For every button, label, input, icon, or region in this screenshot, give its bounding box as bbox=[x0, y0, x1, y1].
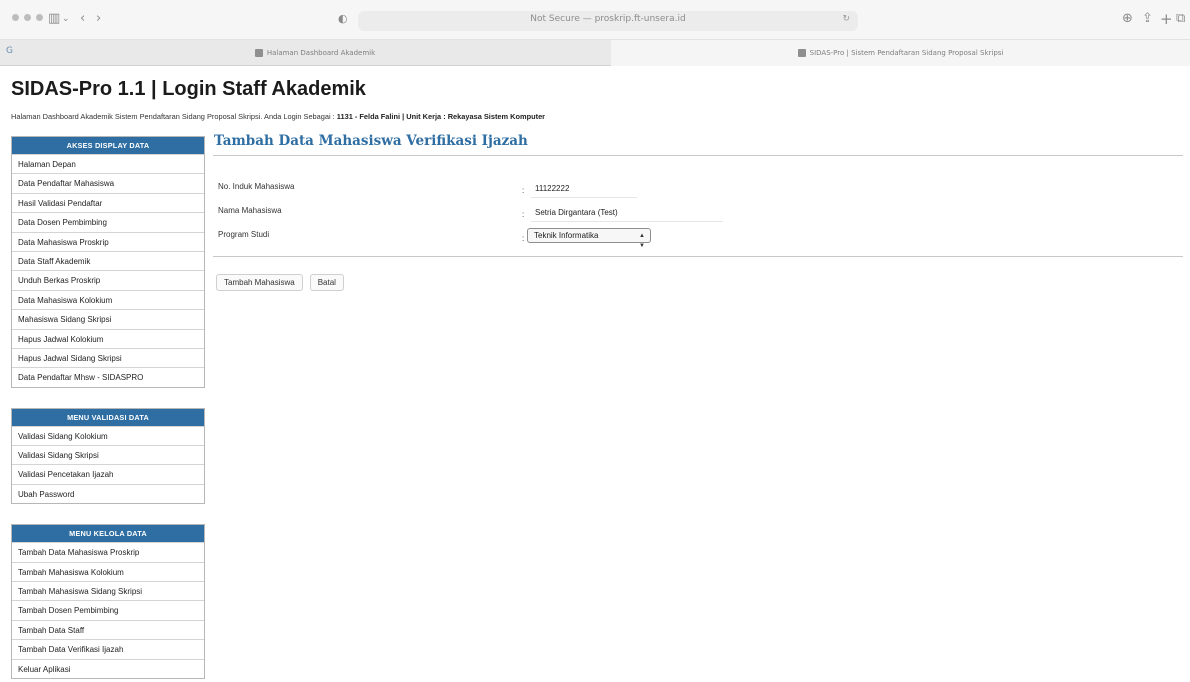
main-content: Tambah Data Mahasiswa Verifikasi Ijazah … bbox=[213, 130, 1183, 291]
sidebar-item-hapus-sidang[interactable]: Hapus Jadwal Sidang Skripsi bbox=[12, 347, 204, 367]
page-title: SIDAS-Pro 1.1 | Login Staff Akademik bbox=[11, 78, 366, 100]
sidebar-item-mahasiswa-kolokium[interactable]: Data Mahasiswa Kolokium bbox=[12, 289, 204, 309]
form-row-prodi: Program Studi : Teknik Informatika ▲ ▼ bbox=[213, 228, 1183, 252]
browser-tabs: G Halaman Dashboard Akademik SIDAS-Pro |… bbox=[0, 40, 1190, 66]
sidebar-item-mahasiswa-proskrip[interactable]: Data Mahasiswa Proskrip bbox=[12, 231, 204, 251]
sidebar-item-keluar-aplikasi[interactable]: Keluar Aplikasi bbox=[12, 658, 204, 678]
login-info-user: 1131 - Felda Falini | Unit Kerja : Rekay… bbox=[336, 112, 546, 121]
form-actions: Tambah Mahasiswa Batal bbox=[213, 274, 1183, 291]
menu-kelola-data: MENU KELOLA DATA Tambah Data Mahasiswa P… bbox=[11, 524, 205, 679]
sidebar-item-tambah-kolokium[interactable]: Tambah Mahasiswa Kolokium bbox=[12, 561, 204, 581]
chevron-down-icon[interactable]: ⌄ bbox=[62, 10, 70, 28]
sidebar-item-hapus-kolokium[interactable]: Hapus Jadwal Kolokium bbox=[12, 328, 204, 348]
menu-heading: AKSES DISPLAY DATA bbox=[12, 137, 204, 154]
nama-label: Nama Mahasiswa bbox=[218, 206, 282, 215]
sidebar-item-data-pendaftar[interactable]: Data Pendaftar Mahasiswa bbox=[12, 173, 204, 192]
sidebar-item-tambah-proskrip[interactable]: Tambah Data Mahasiswa Proskrip bbox=[12, 542, 204, 561]
window-controls[interactable] bbox=[12, 14, 43, 21]
nama-input[interactable]: Setria Dirgantara (Test) bbox=[531, 204, 723, 222]
sidebar-item-validasi-kolokium[interactable]: Validasi Sidang Kolokium bbox=[12, 425, 204, 445]
sidebar-item-tambah-verifikasi-ijazah[interactable]: Tambah Data Verifikasi Ijazah bbox=[12, 639, 204, 658]
favicon-icon bbox=[797, 49, 806, 57]
sidebar-item-tambah-sidang[interactable]: Tambah Mahasiswa Sidang Skripsi bbox=[12, 581, 204, 600]
sidebar-item-tambah-dosen[interactable]: Tambah Dosen Pembimbing bbox=[12, 600, 204, 619]
tab-overview-icon[interactable]: ⧉ bbox=[1176, 10, 1185, 28]
sidebar-item-unduh-berkas[interactable]: Unduh Berkas Proskrip bbox=[12, 270, 204, 289]
section-title: Tambah Data Mahasiswa Verifikasi Ijazah bbox=[213, 130, 1183, 156]
nim-label: No. Induk Mahasiswa bbox=[218, 182, 295, 191]
download-icon[interactable]: ⊕ bbox=[1122, 10, 1133, 28]
menu-validasi-data: MENU VALIDASI DATA Validasi Sidang Kolok… bbox=[11, 407, 205, 505]
sidebar-item-ubah-password[interactable]: Ubah Password bbox=[12, 483, 204, 503]
google-icon[interactable]: G bbox=[6, 46, 13, 56]
colon: : bbox=[522, 210, 525, 219]
reload-icon[interactable]: ↻ bbox=[842, 14, 850, 24]
address-bar[interactable]: Not Secure — proskrip.ft-unsera.id ↻ bbox=[358, 11, 858, 31]
colon: : bbox=[522, 234, 525, 243]
prodi-selected-value: Teknik Informatika bbox=[534, 231, 599, 240]
login-info-prefix: Halaman Dashboard Akademik Sistem Pendaf… bbox=[11, 112, 337, 121]
sidebar-item-validasi-ijazah[interactable]: Validasi Pencetakan Ijazah bbox=[12, 464, 204, 483]
tab-label: Halaman Dashboard Akademik bbox=[266, 49, 376, 57]
back-icon[interactable]: ‹ bbox=[80, 10, 85, 28]
verifikasi-form: No. Induk Mahasiswa : 11122222 Nama Maha… bbox=[213, 180, 1183, 257]
sidebar-item-dosen-pembimbing[interactable]: Data Dosen Pembimbing bbox=[12, 212, 204, 231]
menu-display-data: AKSES DISPLAY DATA Halaman Depan Data Pe… bbox=[11, 136, 205, 388]
menu-heading: MENU KELOLA DATA bbox=[12, 525, 204, 543]
login-info: Halaman Dashboard Akademik Sistem Pendaf… bbox=[11, 112, 545, 121]
forward-icon[interactable]: › bbox=[96, 10, 101, 28]
address-text: Not Secure — proskrip.ft-unsera.id bbox=[530, 14, 686, 24]
favicon-icon bbox=[254, 49, 263, 57]
sidebar-item-validasi-skripsi[interactable]: Validasi Sidang Skripsi bbox=[12, 445, 204, 464]
sidebar: AKSES DISPLAY DATA Halaman Depan Data Pe… bbox=[11, 136, 205, 682]
sidebar-toggle-icon[interactable]: ▥ bbox=[48, 10, 60, 28]
sidebar-item-pendaftar-sidaspro[interactable]: Data Pendaftar Mhsw - SIDASPRO bbox=[12, 367, 204, 386]
new-tab-icon[interactable]: + bbox=[1160, 10, 1173, 28]
batal-button[interactable]: Batal bbox=[309, 274, 344, 291]
prodi-label: Program Studi bbox=[218, 230, 270, 239]
select-arrows-icon: ▲ ▼ bbox=[639, 233, 645, 249]
form-row-nama: Nama Mahasiswa : Setria Dirgantara (Test… bbox=[213, 204, 1183, 228]
form-row-nim: No. Induk Mahasiswa : 11122222 bbox=[213, 180, 1183, 204]
sidebar-item-staff-akademik[interactable]: Data Staff Akademik bbox=[12, 250, 204, 270]
tab-sidas-pro[interactable]: SIDAS-Pro | Sistem Pendaftaran Sidang Pr… bbox=[611, 40, 1190, 66]
sidebar-item-sidang-skripsi[interactable]: Mahasiswa Sidang Skripsi bbox=[12, 309, 204, 328]
sidebar-item-halaman-depan[interactable]: Halaman Depan bbox=[12, 154, 204, 173]
prodi-select[interactable]: Teknik Informatika ▲ ▼ bbox=[527, 228, 651, 249]
sidebar-item-tambah-staff[interactable]: Tambah Data Staff bbox=[12, 619, 204, 639]
nim-input[interactable]: 11122222 bbox=[531, 180, 637, 198]
share-icon[interactable]: ⇪ bbox=[1142, 10, 1153, 28]
tambah-mahasiswa-button[interactable]: Tambah Mahasiswa bbox=[216, 274, 303, 291]
colon: : bbox=[522, 186, 525, 195]
sidebar-item-hasil-validasi[interactable]: Hasil Validasi Pendaftar bbox=[12, 192, 204, 212]
tab-label: SIDAS-Pro | Sistem Pendaftaran Sidang Pr… bbox=[809, 49, 1004, 57]
menu-heading: MENU VALIDASI DATA bbox=[12, 408, 204, 426]
tab-dashboard[interactable]: Halaman Dashboard Akademik bbox=[20, 40, 610, 66]
browser-toolbar: ▥ ⌄ ‹ › ◐ Not Secure — proskrip.ft-unser… bbox=[0, 0, 1190, 40]
privacy-shield-icon[interactable]: ◐ bbox=[338, 10, 348, 28]
